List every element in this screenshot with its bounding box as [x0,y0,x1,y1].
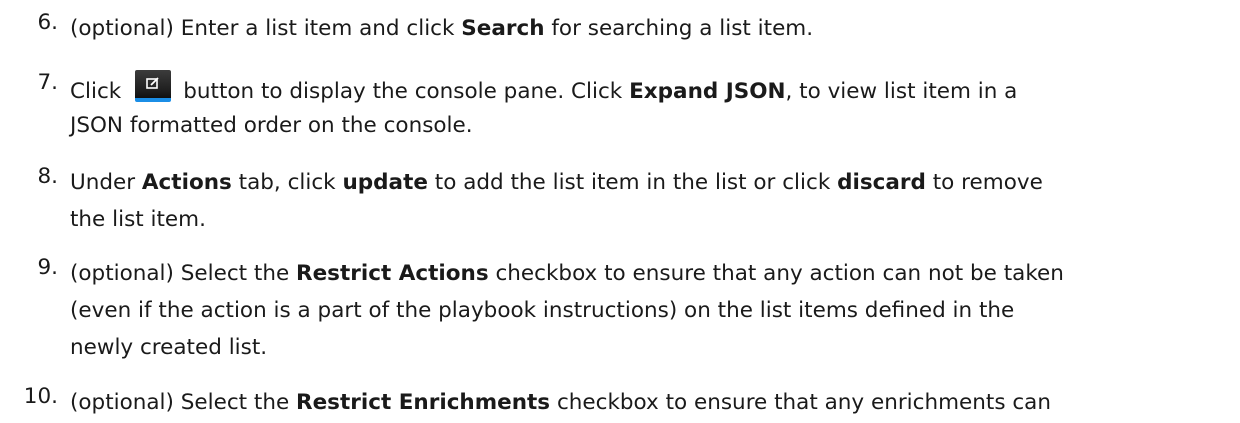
step-line: Click button to display the console pane.… [70,70,1230,107]
ui-term-search: Search [461,16,545,41]
step-number: 10. [23,384,58,409]
step-text: (optional) Select the Restrict Enrichmen… [70,384,1230,421]
instruction-steps: 6. (optional) Enter a list item and clic… [0,0,1240,423]
step-text: Under Actions tab, click update to add t… [70,164,1230,238]
console-pane-button [135,70,172,102]
step-line: (optional) Select the Restrict Actions c… [70,261,1064,286]
step-line: (optional) Enter a list item and click S… [70,16,814,41]
step-line: JSON formatted order on the console. [70,113,473,138]
step-number: 8. [37,164,58,189]
step-number: 6. [37,10,58,35]
step-number: 9. [37,255,58,280]
ui-term-restrict-enrichments: Restrict Enrichments [296,390,551,415]
console-pane-icon [146,77,159,89]
step-line: Under Actions tab, click update to add t… [70,170,1043,195]
step-text: (optional) Enter a list item and click S… [70,10,1230,47]
step-line: the list item. [70,207,206,232]
step-line: (optional) Select the Restrict Enrichmen… [70,390,1051,415]
ui-term-actions: Actions [141,170,232,195]
step-line: (even if the action is a part of the pla… [70,298,1015,323]
step-text: (optional) Select the Restrict Actions c… [70,255,1230,366]
ui-term-update: update [342,170,428,195]
ui-term-restrict-actions: Restrict Actions [296,261,489,286]
ui-term-expand-json: Expand JSON [629,79,786,104]
step-line: newly created list. [70,335,268,360]
step-number: 7. [37,70,58,95]
step-text: Click button to display the console pane.… [70,70,1230,144]
ui-term-discard: discard [837,170,926,195]
